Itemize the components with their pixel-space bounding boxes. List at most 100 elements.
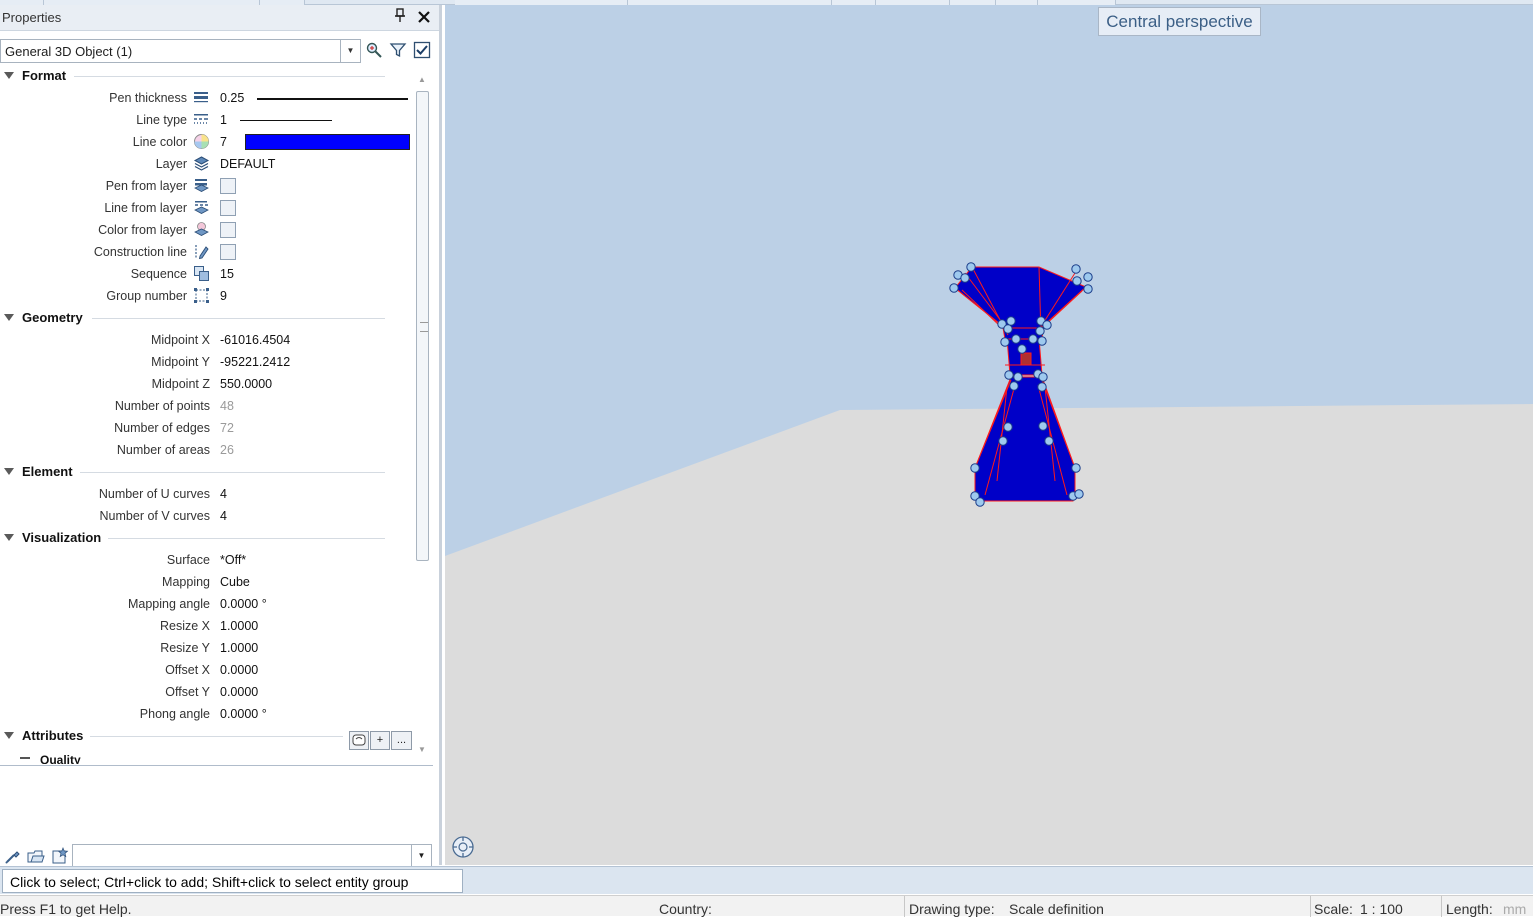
vertex-handle <box>970 463 980 473</box>
prop-line-type[interactable]: Line type 1 <box>0 109 415 131</box>
status-length-value[interactable]: mm <box>1503 901 1526 917</box>
status-bar: Press F1 to get Help. Country: Drawing t… <box>0 895 1533 917</box>
prop-number-of-edges: Number of edges 72 <box>0 417 415 439</box>
prompt-text: Click to select; Ctrl+click to add; Shif… <box>10 874 409 890</box>
prop-value[interactable]: 0.0000 <box>220 685 258 699</box>
collapse-triangle-icon[interactable] <box>20 757 30 759</box>
open-favorite-icon[interactable] <box>27 847 45 865</box>
collapse-triangle-icon[interactable] <box>4 534 14 541</box>
prop-value[interactable]: 0.0000 ° <box>220 597 267 611</box>
close-icon[interactable] <box>415 6 433 26</box>
view-title[interactable]: Central perspective <box>1098 7 1261 36</box>
prop-color-from-layer[interactable]: Color from layer <box>0 219 415 241</box>
vertex-handle <box>960 273 970 283</box>
scene-canvas[interactable] <box>445 5 1533 865</box>
apply-check-icon[interactable] <box>413 41 431 59</box>
properties-scrollbar[interactable] <box>415 91 430 561</box>
3d-viewport[interactable]: Central perspective <box>445 5 1533 865</box>
save-favorite-icon[interactable] <box>51 847 69 865</box>
prop-value[interactable]: 1.0000 <box>220 619 258 633</box>
prop-value[interactable]: 0.0000 ° <box>220 707 267 721</box>
prop-value[interactable]: 550.0000 <box>220 377 272 391</box>
prop-midpoint-z[interactable]: Midpoint Z 550.0000 <box>0 373 415 395</box>
line-from-layer-checkbox[interactable] <box>220 200 236 216</box>
prop-line-color[interactable]: Line color 7 <box>0 131 415 153</box>
prop-value[interactable]: Cube <box>220 575 250 589</box>
chevron-down-icon[interactable]: ▼ <box>411 845 431 866</box>
construction-line-checkbox[interactable] <box>220 244 236 260</box>
prop-value[interactable]: 1 <box>220 113 227 127</box>
zoom-to-object-icon[interactable] <box>365 41 383 59</box>
prop-value[interactable]: *Off* <box>220 553 246 567</box>
status-drawing-type-value[interactable]: Scale definition <box>1009 901 1104 917</box>
prop-pen-from-layer[interactable]: Pen from layer <box>0 175 415 197</box>
vertex-handle <box>1011 334 1021 344</box>
properties-panel: Properties General 3D Object (1) ▼ Forma… <box>0 5 442 867</box>
prop-surface[interactable]: Surface *Off* <box>0 549 415 571</box>
section-format[interactable]: Format <box>0 65 415 87</box>
collapse-triangle-icon[interactable] <box>4 732 14 739</box>
prop-offset-y[interactable]: Offset Y 0.0000 <box>0 681 415 703</box>
prop-value[interactable]: 9 <box>220 289 227 303</box>
status-scale-value[interactable]: 1 : 100 <box>1360 901 1403 917</box>
vertex-handle <box>1000 337 1010 347</box>
scroll-down-icon[interactable]: ▼ <box>418 745 426 754</box>
prop-sequence[interactable]: Sequence 15 <box>0 263 415 285</box>
section-visualization[interactable]: Visualization <box>0 527 415 549</box>
filter-icon[interactable] <box>389 41 407 59</box>
collapse-triangle-icon[interactable] <box>4 72 14 79</box>
status-help: Press F1 to get Help. <box>0 901 132 917</box>
prop-u-curves[interactable]: Number of U curves 4 <box>0 483 415 505</box>
chevron-down-icon[interactable]: ▼ <box>340 40 360 62</box>
prop-value[interactable]: -95221.2412 <box>220 355 290 369</box>
prop-offset-x[interactable]: Offset X 0.0000 <box>0 659 415 681</box>
prop-midpoint-y[interactable]: Midpoint Y -95221.2412 <box>0 351 415 373</box>
attributes-favorite-button[interactable] <box>349 731 369 750</box>
attributes-add-button[interactable]: + <box>370 731 390 750</box>
attributes-more-button[interactable]: ... <box>391 731 412 750</box>
scrollbar-thumb[interactable] <box>416 91 429 561</box>
prop-mapping[interactable]: Mapping Cube <box>0 571 415 593</box>
collapse-triangle-icon[interactable] <box>4 314 14 321</box>
vertex-handle <box>1037 382 1047 392</box>
prop-mapping-angle[interactable]: Mapping angle 0.0000 ° <box>0 593 415 615</box>
prop-group-number[interactable]: Group number 9 <box>0 285 415 307</box>
prop-resize-x[interactable]: Resize X 1.0000 <box>0 615 415 637</box>
prop-value[interactable]: DEFAULT <box>220 157 275 171</box>
color-from-layer-checkbox[interactable] <box>220 222 236 238</box>
prop-construction-line[interactable]: Construction line <box>0 241 415 263</box>
navigation-icon[interactable] <box>451 835 475 859</box>
prop-value[interactable]: 4 <box>220 509 227 523</box>
prop-value[interactable]: 7 <box>220 135 227 149</box>
prop-label: Line color <box>132 135 187 149</box>
favorites-combo[interactable]: ▼ <box>72 844 432 867</box>
scroll-up-icon[interactable]: ▲ <box>418 75 426 84</box>
prop-pen-thickness[interactable]: Pen thickness 0.25 <box>0 87 415 109</box>
panel-title: Properties <box>2 10 62 25</box>
section-title: Element <box>22 464 73 479</box>
collapse-triangle-icon[interactable] <box>4 468 14 475</box>
prop-line-from-layer[interactable]: Line from layer <box>0 197 415 219</box>
pin-icon[interactable] <box>392 8 408 26</box>
prop-value[interactable]: 15 <box>220 267 234 281</box>
prop-midpoint-x[interactable]: Midpoint X -61016.4504 <box>0 329 415 351</box>
prop-value[interactable]: 4 <box>220 487 227 501</box>
section-quality[interactable]: Quality <box>40 753 81 764</box>
prop-layer[interactable]: Layer DEFAULT <box>0 153 415 175</box>
pen-from-layer-checkbox[interactable] <box>220 178 236 194</box>
prop-value[interactable]: -61016.4504 <box>220 333 290 347</box>
prop-resize-y[interactable]: Resize Y 1.0000 <box>0 637 415 659</box>
vertex-handle <box>1003 422 1013 432</box>
line-color-swatch[interactable] <box>245 134 410 150</box>
prop-v-curves[interactable]: Number of V curves 4 <box>0 505 415 527</box>
prop-phong-angle[interactable]: Phong angle 0.0000 ° <box>0 703 415 725</box>
object-type-dropdown[interactable]: General 3D Object (1) ▼ <box>0 39 361 63</box>
section-geometry[interactable]: Geometry <box>0 307 415 329</box>
prop-value[interactable]: 1.0000 <box>220 641 258 655</box>
eyedropper-icon[interactable] <box>4 847 22 865</box>
prop-value[interactable]: 0.0000 <box>220 663 258 677</box>
layers-icon <box>193 155 210 172</box>
section-element[interactable]: Element <box>0 461 415 483</box>
prop-value[interactable]: 0.25 <box>220 91 244 105</box>
prompt-bar: Click to select; Ctrl+click to add; Shif… <box>0 866 1533 894</box>
